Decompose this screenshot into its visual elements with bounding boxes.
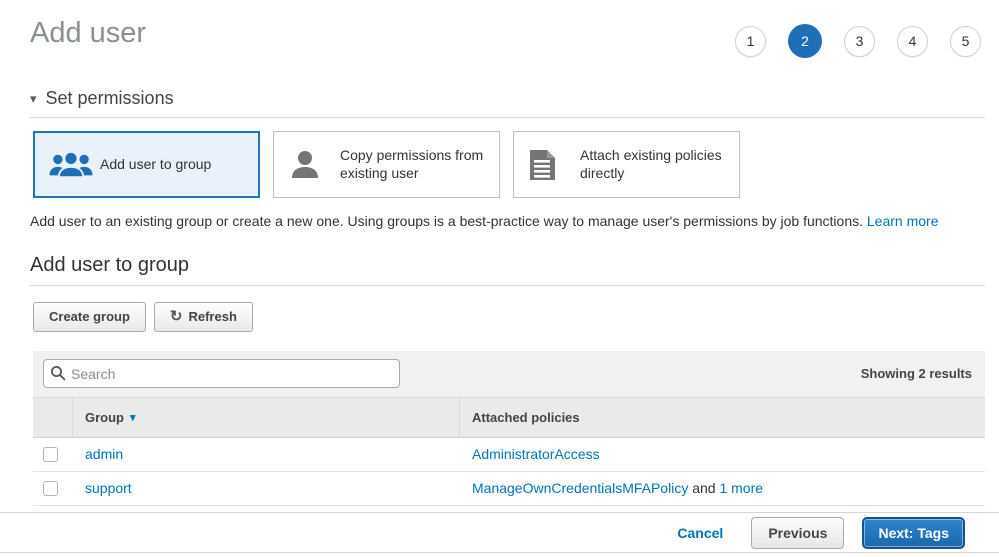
column-header-group[interactable]: Group ▾: [73, 398, 460, 437]
row-checkbox[interactable]: [43, 447, 58, 462]
column-header-policies: Attached policies: [460, 398, 985, 437]
attached-policies-cell: ManageOwnCredentialsMFAPolicy and 1 more: [460, 480, 985, 496]
policy-link[interactable]: ManageOwnCredentialsMFAPolicy: [472, 480, 688, 496]
header-checkbox-cell: [33, 398, 73, 437]
row-checkbox[interactable]: [43, 481, 58, 496]
footer-actions: Cancel Previous Next: Tags: [0, 513, 999, 552]
page-title: Add user: [30, 18, 146, 50]
option-add-user-to-group[interactable]: Add user to group: [33, 131, 260, 198]
page-header: Add user 1 2 3 4 5: [30, 18, 983, 58]
table-row-support: support ManageOwnCredentialsMFAPolicy an…: [33, 472, 985, 506]
more-policies-link[interactable]: 1 more: [719, 480, 763, 496]
results-count: Showing 2 results: [861, 366, 972, 381]
cancel-button[interactable]: Cancel: [677, 525, 723, 541]
description-text: Add user to an existing group or create …: [30, 213, 863, 229]
search-input[interactable]: [43, 359, 400, 388]
group-name-cell: support: [73, 480, 460, 496]
option-attach-policies[interactable]: Attach existing policies directly: [513, 131, 740, 198]
next-tags-button[interactable]: Next: Tags: [862, 517, 965, 549]
add-user-wizard-page: Add user 1 2 3 4 5 ▾ Set permissions: [0, 0, 999, 557]
set-permissions-header[interactable]: ▾ Set permissions: [30, 88, 969, 109]
group-link[interactable]: support: [85, 480, 132, 496]
policy-link[interactable]: AdministratorAccess: [472, 446, 600, 462]
group-column-label: Group: [85, 410, 124, 425]
set-permissions-title: Set permissions: [46, 88, 174, 109]
group-icon: [48, 150, 100, 180]
option-label: Add user to group: [100, 156, 211, 174]
step-2-active: 2: [788, 24, 822, 58]
option-label: Copy permissions from existing user: [340, 147, 489, 182]
policy-extra-text: and: [688, 480, 719, 496]
row-checkbox-cell: [33, 481, 73, 496]
divider: [30, 117, 985, 118]
step-3: 3: [844, 26, 875, 57]
search-field-wrap: [43, 359, 400, 388]
user-icon: [288, 149, 340, 181]
group-name-cell: admin: [73, 446, 460, 462]
table-header-row: Group ▾ Attached policies: [33, 397, 985, 438]
wizard-footer: Cancel Previous Next: Tags: [0, 512, 999, 557]
attached-policies-cell: AdministratorAccess: [460, 446, 985, 462]
create-group-button[interactable]: Create group: [33, 302, 146, 332]
bottom-gap: [0, 553, 999, 557]
step-4: 4: [897, 26, 928, 57]
option-label: Attach existing policies directly: [580, 147, 729, 182]
permission-option-cards: Add user to group Copy permissions from …: [33, 131, 985, 198]
refresh-icon: ↻: [170, 309, 183, 324]
create-group-label: Create group: [49, 309, 130, 325]
policies-column-label: Attached policies: [472, 410, 580, 425]
refresh-label: Refresh: [188, 309, 236, 325]
previous-button[interactable]: Previous: [751, 517, 844, 549]
group-link[interactable]: admin: [85, 446, 123, 462]
row-checkbox-cell: [33, 447, 73, 462]
divider: [30, 285, 985, 286]
search-icon: [50, 365, 66, 386]
table-row-admin: admin AdministratorAccess: [33, 438, 985, 472]
collapse-caret-icon[interactable]: ▾: [30, 92, 37, 105]
step-1: 1: [735, 26, 766, 57]
table-search-band: Showing 2 results: [33, 351, 985, 397]
refresh-button[interactable]: ↻ Refresh: [154, 302, 253, 332]
option-copy-permissions[interactable]: Copy permissions from existing user: [273, 131, 500, 198]
sort-descending-icon[interactable]: ▾: [130, 411, 136, 424]
document-icon: [528, 149, 580, 181]
step-5: 5: [950, 26, 981, 57]
learn-more-link[interactable]: Learn more: [867, 213, 939, 229]
group-toolbar: Create group ↻ Refresh: [33, 302, 969, 332]
groups-table-panel: Showing 2 results Group ▾ Attached polic…: [33, 351, 985, 506]
add-user-to-group-title: Add user to group: [30, 254, 969, 277]
wizard-step-indicator: 1 2 3 4 5: [735, 24, 981, 58]
section-description: Add user to an existing group or create …: [30, 213, 969, 229]
